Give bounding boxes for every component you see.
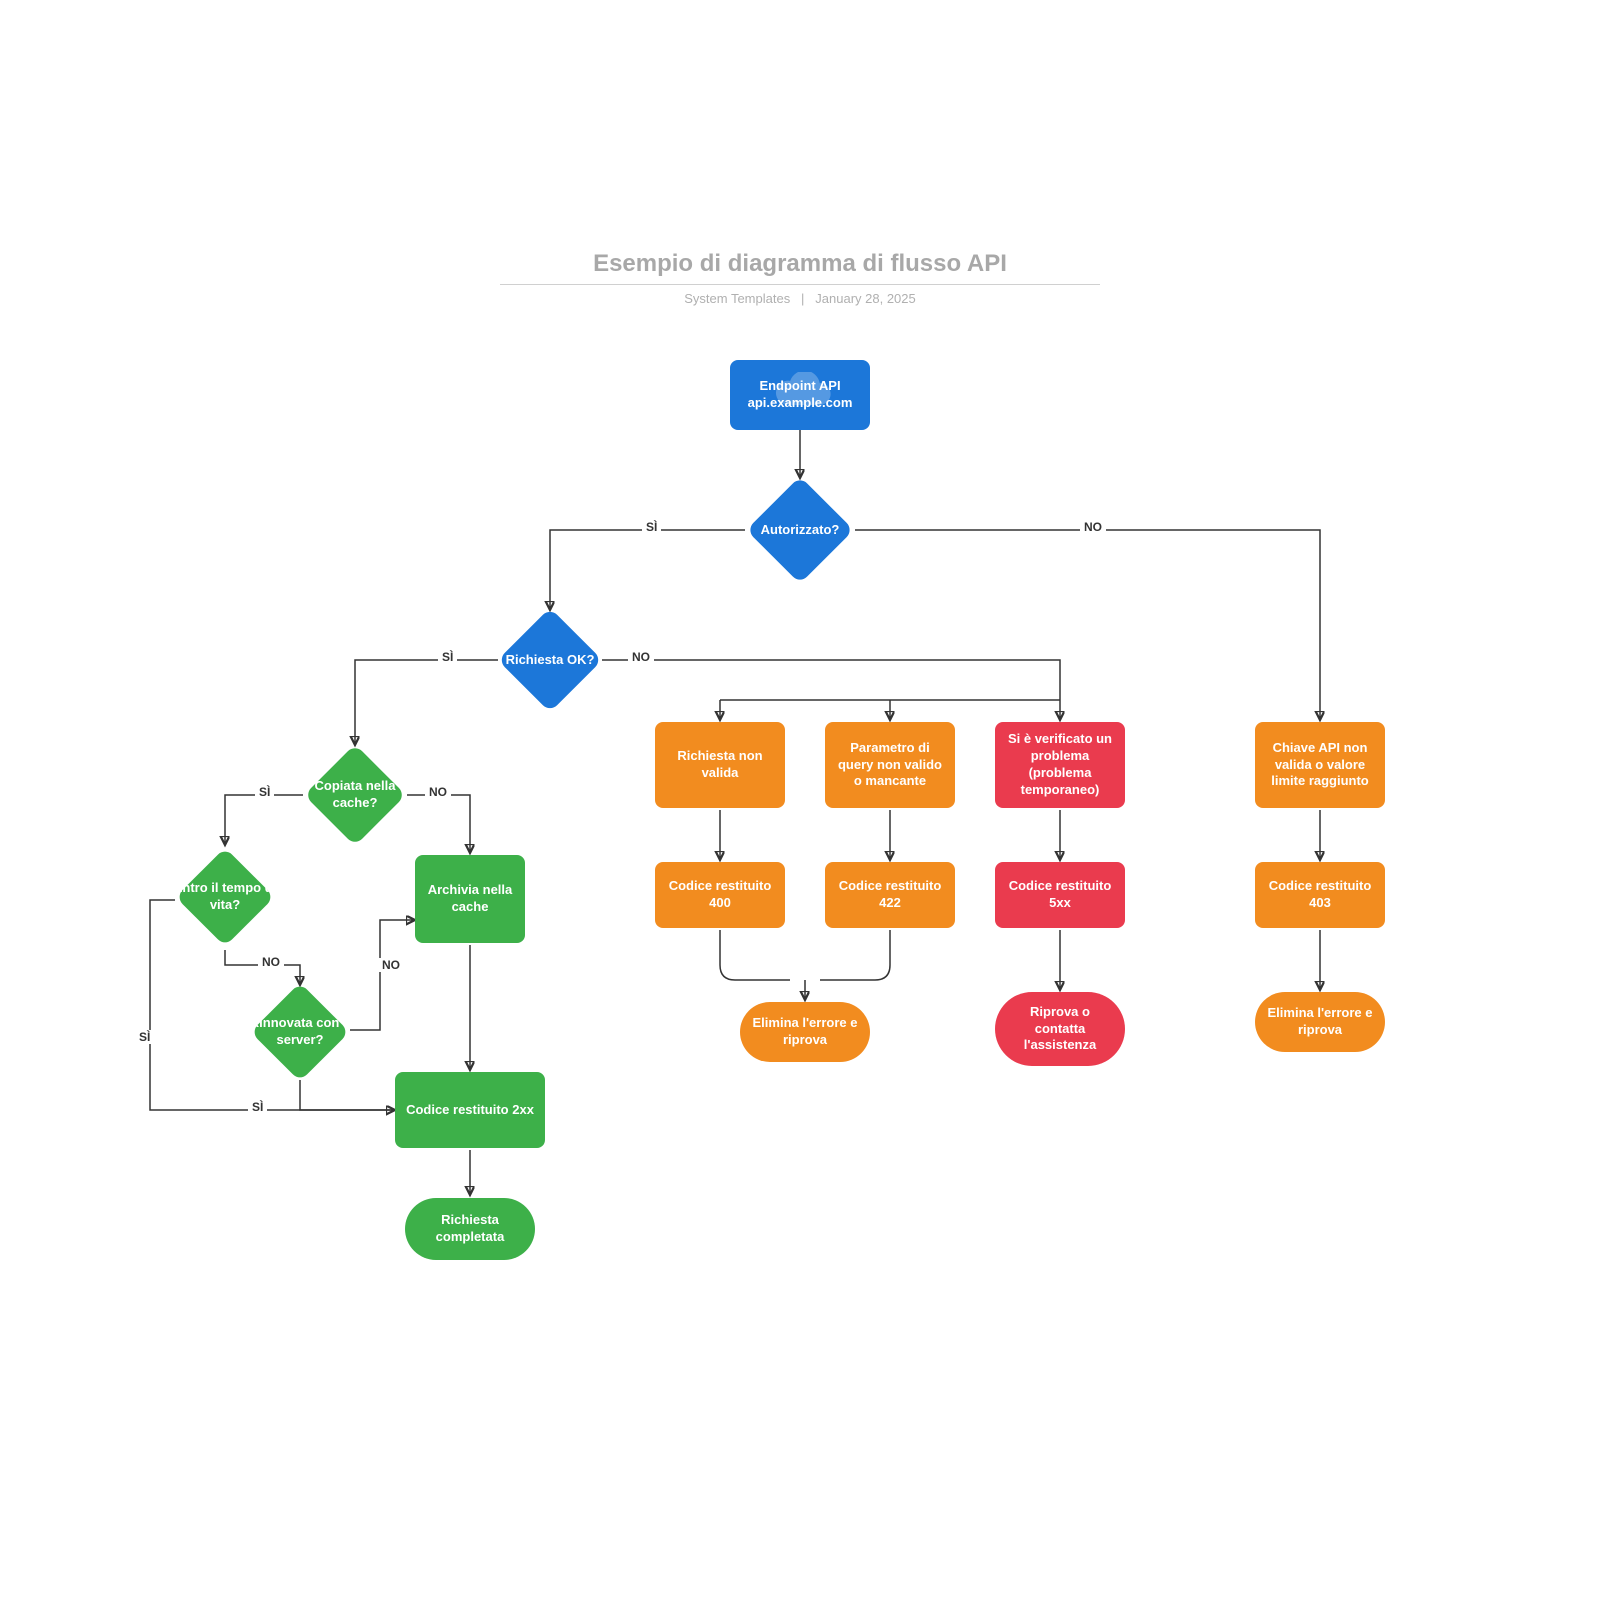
endpoint-label-2: api.example.com: [748, 395, 853, 412]
endpoint-label-1: Endpoint API: [748, 378, 853, 395]
node-endpoint: Endpoint API api.example.com: [730, 360, 870, 430]
node-autorizzato-label: Autorizzato?: [740, 500, 860, 560]
edge-label-si: SÌ: [255, 785, 274, 799]
node-non-valida: Richiesta non valida: [655, 722, 785, 808]
node-rinnovata-label: Rinnovata con il server?: [240, 1000, 360, 1064]
node-problema-temp: Si è verificato un problema (problema te…: [995, 722, 1125, 808]
node-elimina-2: Elimina l'errore e riprova: [1255, 992, 1385, 1052]
edge-label-si: SÌ: [135, 1030, 154, 1044]
node-codice-400: Codice restituito 400: [655, 862, 785, 928]
node-codice-5xx: Codice restituito 5xx: [995, 862, 1125, 928]
node-elimina-1: Elimina l'errore e riprova: [740, 1002, 870, 1062]
edge-label-no: NO: [1080, 520, 1106, 534]
node-archivia: Archivia nella cache: [415, 855, 525, 943]
edge-label-no: NO: [628, 650, 654, 664]
node-codice-2xx: Codice restituito 2xx: [395, 1072, 545, 1148]
node-entro-tempo-label: Entro il tempo di vita?: [165, 865, 285, 929]
edge-label-no: NO: [258, 955, 284, 969]
edge-label-no: NO: [378, 958, 404, 972]
edge-label-si: SÌ: [248, 1100, 267, 1114]
node-codice-403: Codice restituito 403: [1255, 862, 1385, 928]
node-chiave-api: Chiave API non valida o valore limite ra…: [1255, 722, 1385, 808]
node-richiesta-ok-label: Richiesta OK?: [490, 630, 610, 690]
edge-label-no: NO: [425, 785, 451, 799]
edge-label-si: SÌ: [642, 520, 661, 534]
node-riprova: Riprova o contatta l'assistenza: [995, 992, 1125, 1066]
edge-label-si: SÌ: [438, 650, 457, 664]
node-param-query: Parametro di query non valido o mancante: [825, 722, 955, 808]
node-copiata-cache-label: Copiata nella cache?: [295, 765, 415, 825]
diagram-canvas: SÌ NO SÌ NO SÌ NO NO SÌ NO SÌ Endpoint A…: [0, 0, 1600, 1600]
node-completata: Richiesta completata: [405, 1198, 535, 1260]
node-codice-422: Codice restituito 422: [825, 862, 955, 928]
